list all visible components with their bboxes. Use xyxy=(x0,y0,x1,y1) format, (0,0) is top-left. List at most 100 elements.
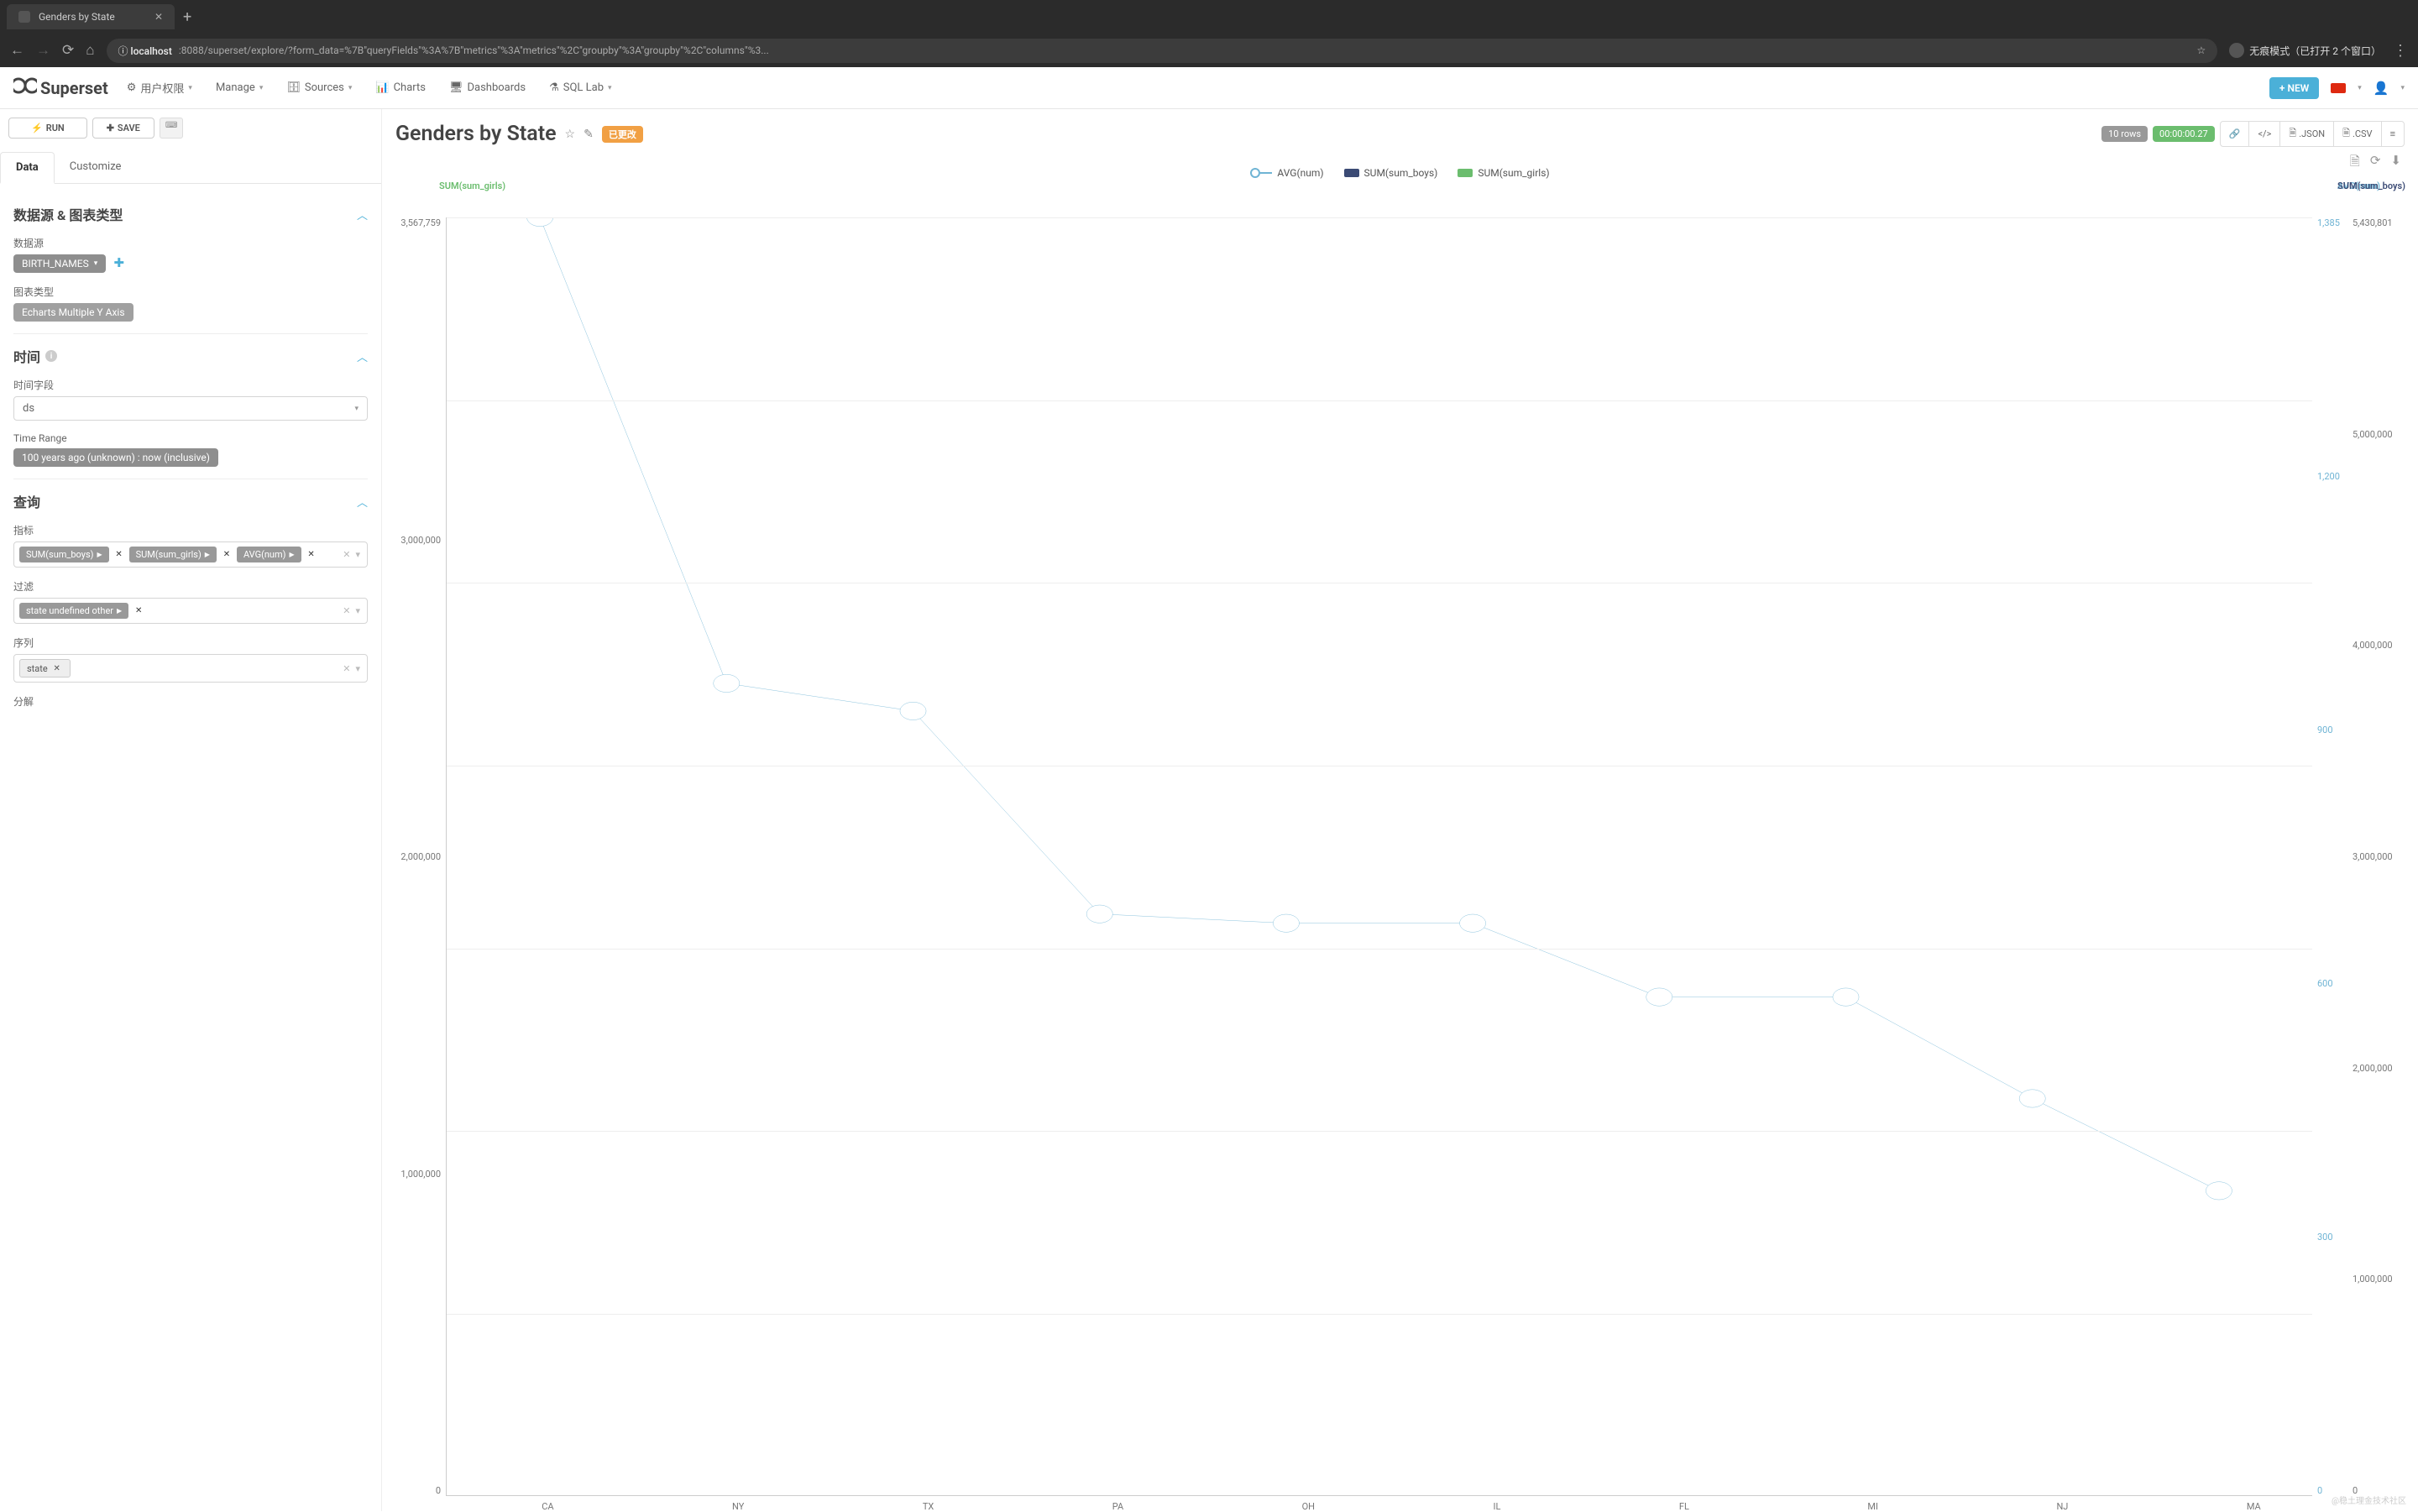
tab-customize[interactable]: Customize xyxy=(55,152,137,183)
legend-girls[interactable]: SUM(sum_girls) xyxy=(1458,167,1549,179)
add-datasource-button[interactable]: ✚ xyxy=(113,255,124,270)
panel-tabs: Data Customize xyxy=(0,152,381,184)
url-host: ⓘ localhost xyxy=(118,44,172,58)
section-datasource: 数据源 & 图表类型 ︿ 数据源 BIRTH_NAMES▾ ✚ 图表类型 Ech… xyxy=(13,192,368,333)
section-header[interactable]: 时间i ︿ xyxy=(13,346,368,366)
header-right: 10 rows 00:00:00.27 🔗 </> 🗎.JSON 🗎.CSV ≡ xyxy=(2101,121,2405,147)
x-tick: PA xyxy=(1112,1501,1123,1512)
nav-item-sources[interactable]: 🗄Sources▾ xyxy=(286,81,352,94)
time-range-pill[interactable]: 100 years ago (unknown) : now (inclusive… xyxy=(13,448,218,467)
tab-bar: Genders by State ✕ + xyxy=(0,0,2418,34)
viztype-pill[interactable]: Echarts Multiple Y Axis xyxy=(13,303,133,322)
clear-icon[interactable]: ✕ xyxy=(343,549,350,560)
back-icon[interactable]: ← xyxy=(10,42,24,59)
chevron-down-icon[interactable]: ▾ xyxy=(355,663,360,674)
side-panel: ⚡RUN ✚SAVE ⌨ Data Customize 数据源 & 图表类型 ︿… xyxy=(0,109,382,1511)
reload-icon[interactable]: ⟳ xyxy=(62,42,74,59)
navbar: Superset ⚙用户权限▾ Manage▾ 🗄Sources▾ 📊Chart… xyxy=(0,67,2418,109)
remove-chip-icon[interactable]: ✕ xyxy=(113,549,125,561)
nav-item-dashboards[interactable]: 🖥Dashboards xyxy=(449,81,526,94)
browser-tab[interactable]: Genders by State ✕ xyxy=(7,4,175,29)
datasource-pill[interactable]: BIRTH_NAMES▾ xyxy=(13,254,106,273)
keyboard-icon[interactable]: ⌨ xyxy=(160,118,183,139)
chevron-down-icon: ▾ xyxy=(259,84,264,92)
filter-chip[interactable]: state undefined other▶ xyxy=(19,603,128,619)
chevron-up-icon: ︿ xyxy=(357,494,368,510)
groupby-select[interactable]: state✕ ✕ ▾ xyxy=(13,654,368,683)
square-marker-icon xyxy=(1344,169,1359,177)
save-button[interactable]: ✚SAVE xyxy=(92,118,154,139)
x-tick: FL xyxy=(1679,1501,1689,1512)
section-header[interactable]: 查询 ︿ xyxy=(13,491,368,511)
forward-icon[interactable]: → xyxy=(36,42,50,59)
field-label: 数据源 xyxy=(13,236,368,250)
metric-chip[interactable]: AVG(num)▶ xyxy=(237,547,301,562)
legend-boys[interactable]: SUM(sum_boys) xyxy=(1344,167,1438,179)
json-button[interactable]: 🗎.JSON xyxy=(2280,122,2334,146)
section-header[interactable]: 数据源 & 图表类型 ︿ xyxy=(13,204,368,224)
flag-icon[interactable] xyxy=(2331,83,2346,93)
plot-wrap: 3,567,7593,000,0002,000,0001,000,0000 1,… xyxy=(395,217,2405,1496)
plot-area xyxy=(446,217,2312,1496)
chevron-down-icon[interactable]: ▾ xyxy=(355,549,360,560)
remove-chip-icon[interactable]: ✕ xyxy=(306,549,317,561)
rows-badge: 10 rows xyxy=(2101,126,2148,142)
nav-item-sqllab[interactable]: ⚗SQL Lab▾ xyxy=(549,81,611,94)
time-column-select[interactable]: ds▾ xyxy=(13,396,368,421)
remove-chip-icon[interactable]: ✕ xyxy=(51,662,63,674)
square-marker-icon xyxy=(1458,169,1473,177)
new-button[interactable]: + NEW xyxy=(2269,77,2319,99)
metric-chip[interactable]: SUM(sum_girls)▶ xyxy=(129,547,217,562)
y-ticks-right1: 1,3851,2009006003000 xyxy=(2312,217,2347,1496)
chevron-down-icon: ▾ xyxy=(188,84,192,92)
info-icon[interactable]: i xyxy=(45,350,57,362)
clear-icon[interactable]: ✕ xyxy=(343,605,350,616)
browser-menu-icon[interactable]: ⋮ xyxy=(2393,42,2408,60)
remove-chip-icon[interactable]: ✕ xyxy=(221,549,233,561)
tab-data[interactable]: Data xyxy=(0,152,55,184)
nav-item-manage[interactable]: Manage▾ xyxy=(216,81,263,94)
nav-item-security[interactable]: ⚙用户权限▾ xyxy=(127,80,192,96)
browser-chrome: Genders by State ✕ + ← → ⟳ ⌂ ⓘ localhost… xyxy=(0,0,2418,67)
chart-header: Genders by State ☆ ✎ 已更改 10 rows 00:00:0… xyxy=(395,121,2405,147)
legend-avg[interactable]: AVG(num) xyxy=(1250,167,1323,179)
link-button[interactable]: 🔗 xyxy=(2221,122,2250,146)
csv-button[interactable]: 🗎.CSV xyxy=(2334,122,2381,146)
metric-chip[interactable]: SUM(sum_boys)▶ xyxy=(19,547,109,562)
star-icon[interactable]: ☆ xyxy=(2197,44,2206,56)
embed-button[interactable]: </> xyxy=(2249,122,2280,146)
remove-chip-icon[interactable]: ✕ xyxy=(133,605,144,617)
form-scroll[interactable]: 数据源 & 图表类型 ︿ 数据源 BIRTH_NAMES▾ ✚ 图表类型 Ech… xyxy=(0,184,381,1511)
run-button[interactable]: ⚡RUN xyxy=(8,118,87,139)
edit-icon[interactable]: ✎ xyxy=(584,128,594,141)
field-label: 过滤 xyxy=(13,579,368,594)
legend: AVG(num) SUM(sum_boys) SUM(sum_girls) xyxy=(395,162,2405,189)
chevron-down-icon: ▾ xyxy=(94,259,98,268)
menu-button[interactable]: ≡ xyxy=(2382,122,2404,146)
incognito-text: 无痕模式（已打开 2 个窗口） xyxy=(2249,44,2381,58)
favorite-icon[interactable]: ☆ xyxy=(565,128,576,141)
clear-icon[interactable]: ✕ xyxy=(343,663,350,674)
new-tab-button[interactable]: + xyxy=(175,8,200,26)
chevron-down-icon[interactable]: ▾ xyxy=(355,605,360,616)
tab-title: Genders by State xyxy=(39,11,115,23)
logo[interactable]: Superset xyxy=(13,77,108,99)
home-icon[interactable]: ⌂ xyxy=(86,42,94,59)
close-tab-icon[interactable]: ✕ xyxy=(154,11,163,23)
time-badge: 00:00:00.27 xyxy=(2153,126,2215,142)
changed-badge: 已更改 xyxy=(602,126,643,143)
groupby-chip[interactable]: state✕ xyxy=(19,659,71,678)
navbar-right: + NEW ▾ 👤▾ xyxy=(2269,77,2405,99)
app-body: ⚡RUN ✚SAVE ⌨ Data Customize 数据源 & 图表类型 ︿… xyxy=(0,109,2418,1511)
x-tick: TX xyxy=(923,1501,934,1512)
url-field[interactable]: ⓘ localhost :8088/superset/explore/?form… xyxy=(107,39,2218,63)
user-icon[interactable]: 👤 xyxy=(2374,81,2389,96)
filters-select[interactable]: state undefined other▶ ✕ ✕ ▾ xyxy=(13,598,368,624)
metrics-select[interactable]: SUM(sum_boys)▶ ✕ SUM(sum_girls)▶ ✕ AVG(num… xyxy=(13,541,368,568)
x-tick: IL xyxy=(1494,1501,1501,1512)
favicon-icon xyxy=(18,11,30,23)
nav-item-charts[interactable]: 📊Charts xyxy=(375,81,426,94)
nav-menu: ⚙用户权限▾ Manage▾ 🗄Sources▾ 📊Charts 🖥Dashbo… xyxy=(127,80,612,96)
x-tick: OH xyxy=(1302,1501,1315,1512)
logo-icon xyxy=(13,77,37,99)
